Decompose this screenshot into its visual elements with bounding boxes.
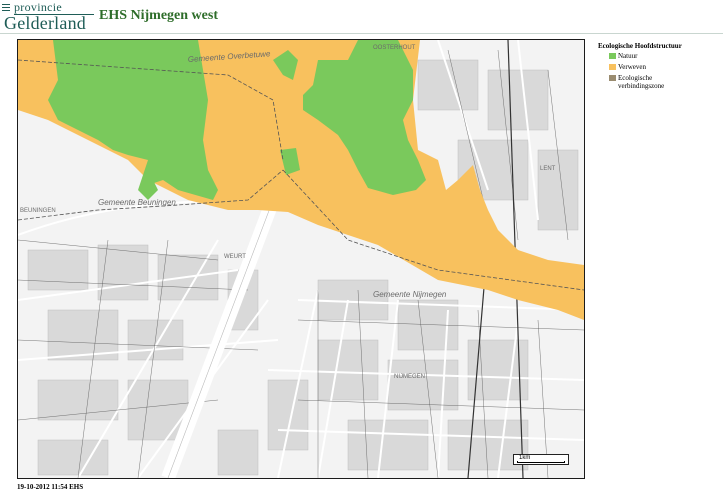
scalebar-label: 1km (519, 455, 531, 461)
label-beuningen: BEUNINGEN (20, 208, 56, 214)
label-nijmegen: NIJMEGEN (394, 374, 425, 380)
legend-item-verweven: Verweven (598, 63, 718, 74)
legend-item-ecologische-verbindingszone: Ecologische verbindingszone (598, 74, 718, 90)
legend-title: Ecologische Hoofdstructuur (598, 42, 682, 50)
legend-swatch-verweven (609, 64, 616, 70)
logo-lines-icon (2, 4, 11, 13)
label-gemeente-nijmegen: Gemeente Nijmegen (373, 290, 447, 299)
page-title: EHS Nijmegen west (99, 8, 218, 23)
label-weurt: WEURT (224, 254, 246, 260)
legend-label-verweven: Verweven (618, 63, 646, 71)
scalebar-line (517, 461, 565, 463)
legend-label-natuur: Natuur (618, 52, 638, 60)
footer-timestamp: 19-10-2012 11:54 EHS (17, 483, 84, 491)
header: provincie Gelderland EHS Nijmegen west (0, 0, 723, 34)
legend-item-natuur: Natuur (598, 52, 718, 63)
label-oosterhout: OOSTERHOUT (373, 45, 416, 51)
legend-label-ecologische-verbindingszone: Ecologische verbindingszone (618, 74, 665, 90)
map-scalebar: 1km (513, 454, 569, 465)
map-legend: Ecologische Hoofdstructuur Natuur Verwev… (598, 42, 718, 90)
header-divider (0, 33, 723, 34)
legend-swatch-ecologische-verbindingszone (609, 75, 616, 81)
map-canvas[interactable]: Gemeente Overbetuwe Gemeente Beuningen G… (18, 40, 584, 478)
legend-swatch-natuur (609, 53, 616, 59)
label-gemeente-beuningen: Gemeente Beuningen (98, 198, 176, 207)
logo-bottom-text: Gelderland (4, 13, 86, 33)
province-logo[interactable]: provincie Gelderland (2, 0, 94, 33)
map-viewer[interactable]: Gemeente Overbetuwe Gemeente Beuningen G… (17, 39, 585, 479)
label-lent: LENT (540, 166, 556, 172)
